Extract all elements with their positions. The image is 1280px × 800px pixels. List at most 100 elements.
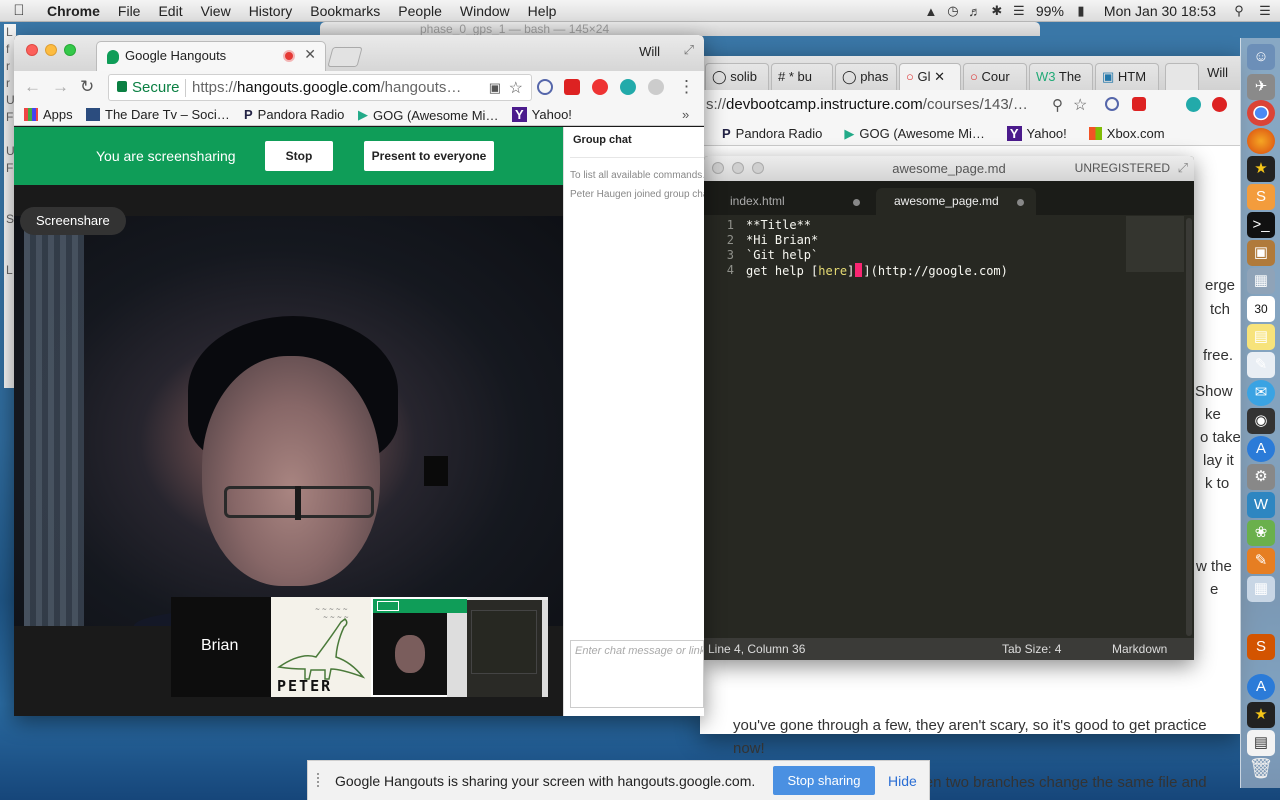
bg-tab[interactable]: # * bu [771, 63, 833, 90]
apple-menu-icon[interactable]:  [0, 2, 38, 19]
bookmark-star-icon[interactable]: ☆ [509, 78, 523, 98]
hangouts-tab[interactable]: Google Hangouts ✕ [96, 41, 326, 71]
stop-sharing-button[interactable]: Stop sharing [773, 766, 875, 795]
menu-window[interactable]: Window [451, 3, 519, 19]
new-tab-button[interactable] [327, 47, 363, 67]
participant-thumbnail-self[interactable] [371, 597, 469, 697]
bookmark-item[interactable]: ▶ GOG (Awesome Mi… [358, 107, 498, 123]
chrome-icon[interactable] [1247, 100, 1275, 126]
battery-icon[interactable]: ▮ [1070, 3, 1092, 19]
bookmark-star-icon[interactable]: ☆ [1073, 95, 1087, 115]
menu-help[interactable]: Help [519, 3, 566, 19]
volume-icon[interactable]: ♬ [964, 4, 986, 19]
notes-book-icon[interactable]: ▣ [1247, 240, 1275, 266]
imovie-icon[interactable]: ★ [1247, 156, 1275, 182]
chat-message-input[interactable]: Enter chat message or link here [570, 640, 704, 708]
messages-icon[interactable]: ✉ [1247, 380, 1275, 406]
unsaved-dot-icon[interactable] [1017, 199, 1024, 206]
present-to-everyone-button[interactable]: Present to everyone [364, 141, 494, 171]
trash-icon[interactable]: 🗑 [1247, 756, 1275, 782]
hangouts-window[interactable]: Google Hangouts ✕ Will ⤢ ← → ↻ Secure ht… [14, 35, 704, 716]
battery-percent[interactable]: 99% [1030, 3, 1070, 19]
word-icon[interactable]: W [1247, 492, 1275, 518]
forward-icon[interactable]: → [52, 77, 69, 97]
archive-icon[interactable]: ▦ [1247, 576, 1275, 602]
terminal-icon[interactable]: >_ [1247, 212, 1275, 238]
bookmark-item[interactable]: P Pandora Radio [722, 126, 822, 141]
bg-tab[interactable]: ○ Cour [963, 63, 1027, 90]
bookmark-apps[interactable]: Apps [24, 107, 73, 122]
pages-icon[interactable]: ✎ [1247, 548, 1275, 574]
bookmark-item[interactable]: P Pandora Radio [244, 107, 344, 122]
drag-handle-icon[interactable] [317, 773, 323, 787]
bookmark-item[interactable]: Xbox.com [1088, 126, 1165, 141]
stop-button[interactable]: Stop [265, 141, 333, 171]
menu-app-name[interactable]: Chrome [38, 3, 109, 19]
extension-icon[interactable] [1212, 97, 1227, 112]
adblock-icon[interactable] [1105, 97, 1119, 111]
bg-tab-active[interactable]: ○ Gl ✕ [899, 63, 961, 90]
menu-bookmarks[interactable]: Bookmarks [301, 3, 389, 19]
system-preferences-icon[interactable]: ⚙ [1247, 464, 1275, 490]
participant-thumbnail-screen[interactable] [467, 597, 548, 697]
cloud-icon[interactable] [648, 79, 664, 95]
menu-people[interactable]: People [389, 3, 451, 19]
menu-edit[interactable]: Edit [149, 3, 191, 19]
sublime-icon[interactable]: S [1247, 184, 1275, 210]
time-machine-icon[interactable]: ◷ [942, 3, 964, 19]
clock[interactable]: Mon Jan 30 18:53 [1092, 3, 1228, 19]
extension-icon[interactable] [564, 79, 580, 95]
reload-icon[interactable]: ↻ [80, 77, 94, 97]
hide-link[interactable]: Hide [888, 773, 917, 789]
extension-icon[interactable] [1132, 97, 1146, 111]
close-button[interactable] [26, 44, 38, 56]
finder-icon[interactable]: ☺ [1247, 44, 1275, 70]
minimap[interactable] [1126, 216, 1184, 272]
code-editor[interactable]: 1 **Title** 2 *Hi Brian* 3 `Git help` 4 … [704, 218, 1182, 638]
app-store-icon[interactable]: A [1247, 436, 1275, 462]
bg-tab[interactable]: W3 The [1029, 63, 1093, 90]
close-icon[interactable]: ✕ [934, 69, 945, 84]
menu-dots-icon[interactable]: ⋮ [678, 77, 695, 97]
sublime-tab-index[interactable]: index.html [712, 188, 872, 215]
favorites-icon[interactable]: ★ [1247, 702, 1275, 728]
adblock-icon[interactable] [537, 79, 553, 95]
more-bookmarks-icon[interactable]: » [682, 107, 689, 122]
scrollbar[interactable] [1186, 218, 1192, 636]
menu-file[interactable]: File [109, 3, 150, 19]
evernote-icon[interactable]: ❀ [1247, 520, 1275, 546]
participant-name[interactable]: Brian [201, 637, 238, 655]
fullscreen-icon[interactable]: ⤢ [684, 42, 694, 58]
code-line[interactable]: **Title** [746, 218, 811, 232]
minimize-button[interactable] [45, 44, 57, 56]
calendar-icon[interactable]: 30 [1247, 296, 1275, 322]
participant-thumbnail-peter[interactable]: ~ ~ ~ ~ ~ ~ ~ ~ ~ PETER [271, 597, 371, 697]
bg-address-bar[interactable]: s://devbootcamp.instructure.com/courses/… [700, 90, 1240, 122]
sublime-minimized-icon[interactable]: S [1247, 634, 1275, 660]
tab-size[interactable]: Tab Size: 4 [1002, 642, 1061, 656]
notification-center-icon[interactable]: ☰ [1250, 3, 1280, 19]
zoom-icon[interactable]: ⚲ [1052, 96, 1063, 114]
code-line[interactable]: get help [here]](http://google.com) [746, 263, 1008, 278]
bookmark-item[interactable]: The Dare Tv – Soci… [86, 107, 230, 122]
extension-icon[interactable] [1186, 97, 1201, 112]
main-video[interactable] [14, 216, 563, 626]
downloads-icon[interactable]: A [1247, 674, 1275, 700]
code-line[interactable]: `Git help` [746, 248, 818, 262]
bg-tab[interactable]: ◯ solib [705, 63, 769, 90]
close-tab-icon[interactable]: ✕ [304, 46, 316, 63]
profile-name[interactable]: Will [639, 44, 660, 59]
menu-view[interactable]: View [192, 3, 240, 19]
stickies-icon[interactable]: ▤ [1247, 324, 1275, 350]
bookmark-item[interactable]: Y Yahoo! [512, 107, 572, 122]
bluetooth-icon[interactable]: ✱ [986, 3, 1008, 19]
text-edit-icon[interactable]: ✎ [1247, 352, 1275, 378]
unsaved-dot-icon[interactable] [853, 199, 860, 206]
extension-icon[interactable] [592, 79, 608, 95]
launchpad-icon[interactable]: ✈ [1247, 74, 1275, 100]
new-tab-button[interactable] [1165, 63, 1199, 90]
code-line[interactable]: *Hi Brian* [746, 233, 818, 247]
wifi-icon[interactable]: ☰ [1008, 3, 1030, 19]
spotlight-icon[interactable]: ⚲ [1228, 3, 1250, 19]
extension-icon[interactable] [620, 79, 636, 95]
